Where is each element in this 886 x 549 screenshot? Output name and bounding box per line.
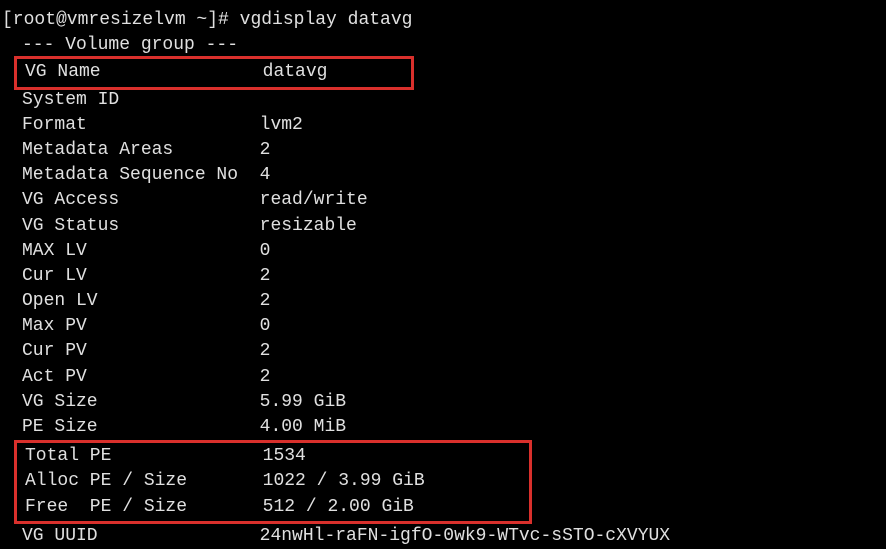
field-pe-size: PE Size 4.00 MiB	[2, 415, 884, 440]
field-system-id: System ID	[2, 88, 884, 113]
field-metadata-areas: Metadata Areas 2	[2, 138, 884, 163]
field-free-pe: Free PE / Size 512 / 2.00 GiB	[17, 495, 529, 520]
field-vg-size: VG Size 5.99 GiB	[2, 390, 884, 415]
field-max-pv: Max PV 0	[2, 314, 884, 339]
field-alloc-pe: Alloc PE / Size 1022 / 3.99 GiB	[17, 469, 529, 494]
field-cur-pv: Cur PV 2	[2, 339, 884, 364]
shell-prompt-text: [root@vmresizelvm ~]# vgdisplay datavg	[2, 10, 412, 30]
field-vg-status: VG Status resizable	[2, 214, 884, 239]
field-max-lv: MAX LV 0	[2, 239, 884, 264]
output-section-header: --- Volume group ---	[2, 33, 884, 58]
field-cur-lv: Cur LV 2	[2, 264, 884, 289]
field-act-pv: Act PV 2	[2, 365, 884, 390]
highlight-pe-section: Total PE 1534 Alloc PE / Size 1022 / 3.9…	[14, 440, 532, 524]
field-vg-access: VG Access read/write	[2, 188, 884, 213]
field-vg-uuid: VG UUID 24nwHl-raFN-igfO-0wk9-WTvc-sSTO-…	[2, 524, 884, 549]
field-metadata-sequence: Metadata Sequence No 4	[2, 163, 884, 188]
field-format: Format lvm2	[2, 113, 884, 138]
shell-prompt-line: [root@vmresizelvm ~]# vgdisplay datavg	[2, 8, 884, 33]
field-vg-name: VG Name datavg	[17, 60, 411, 85]
field-open-lv: Open LV 2	[2, 289, 884, 314]
highlight-vg-name: VG Name datavg	[14, 56, 414, 89]
field-total-pe: Total PE 1534	[17, 444, 529, 469]
